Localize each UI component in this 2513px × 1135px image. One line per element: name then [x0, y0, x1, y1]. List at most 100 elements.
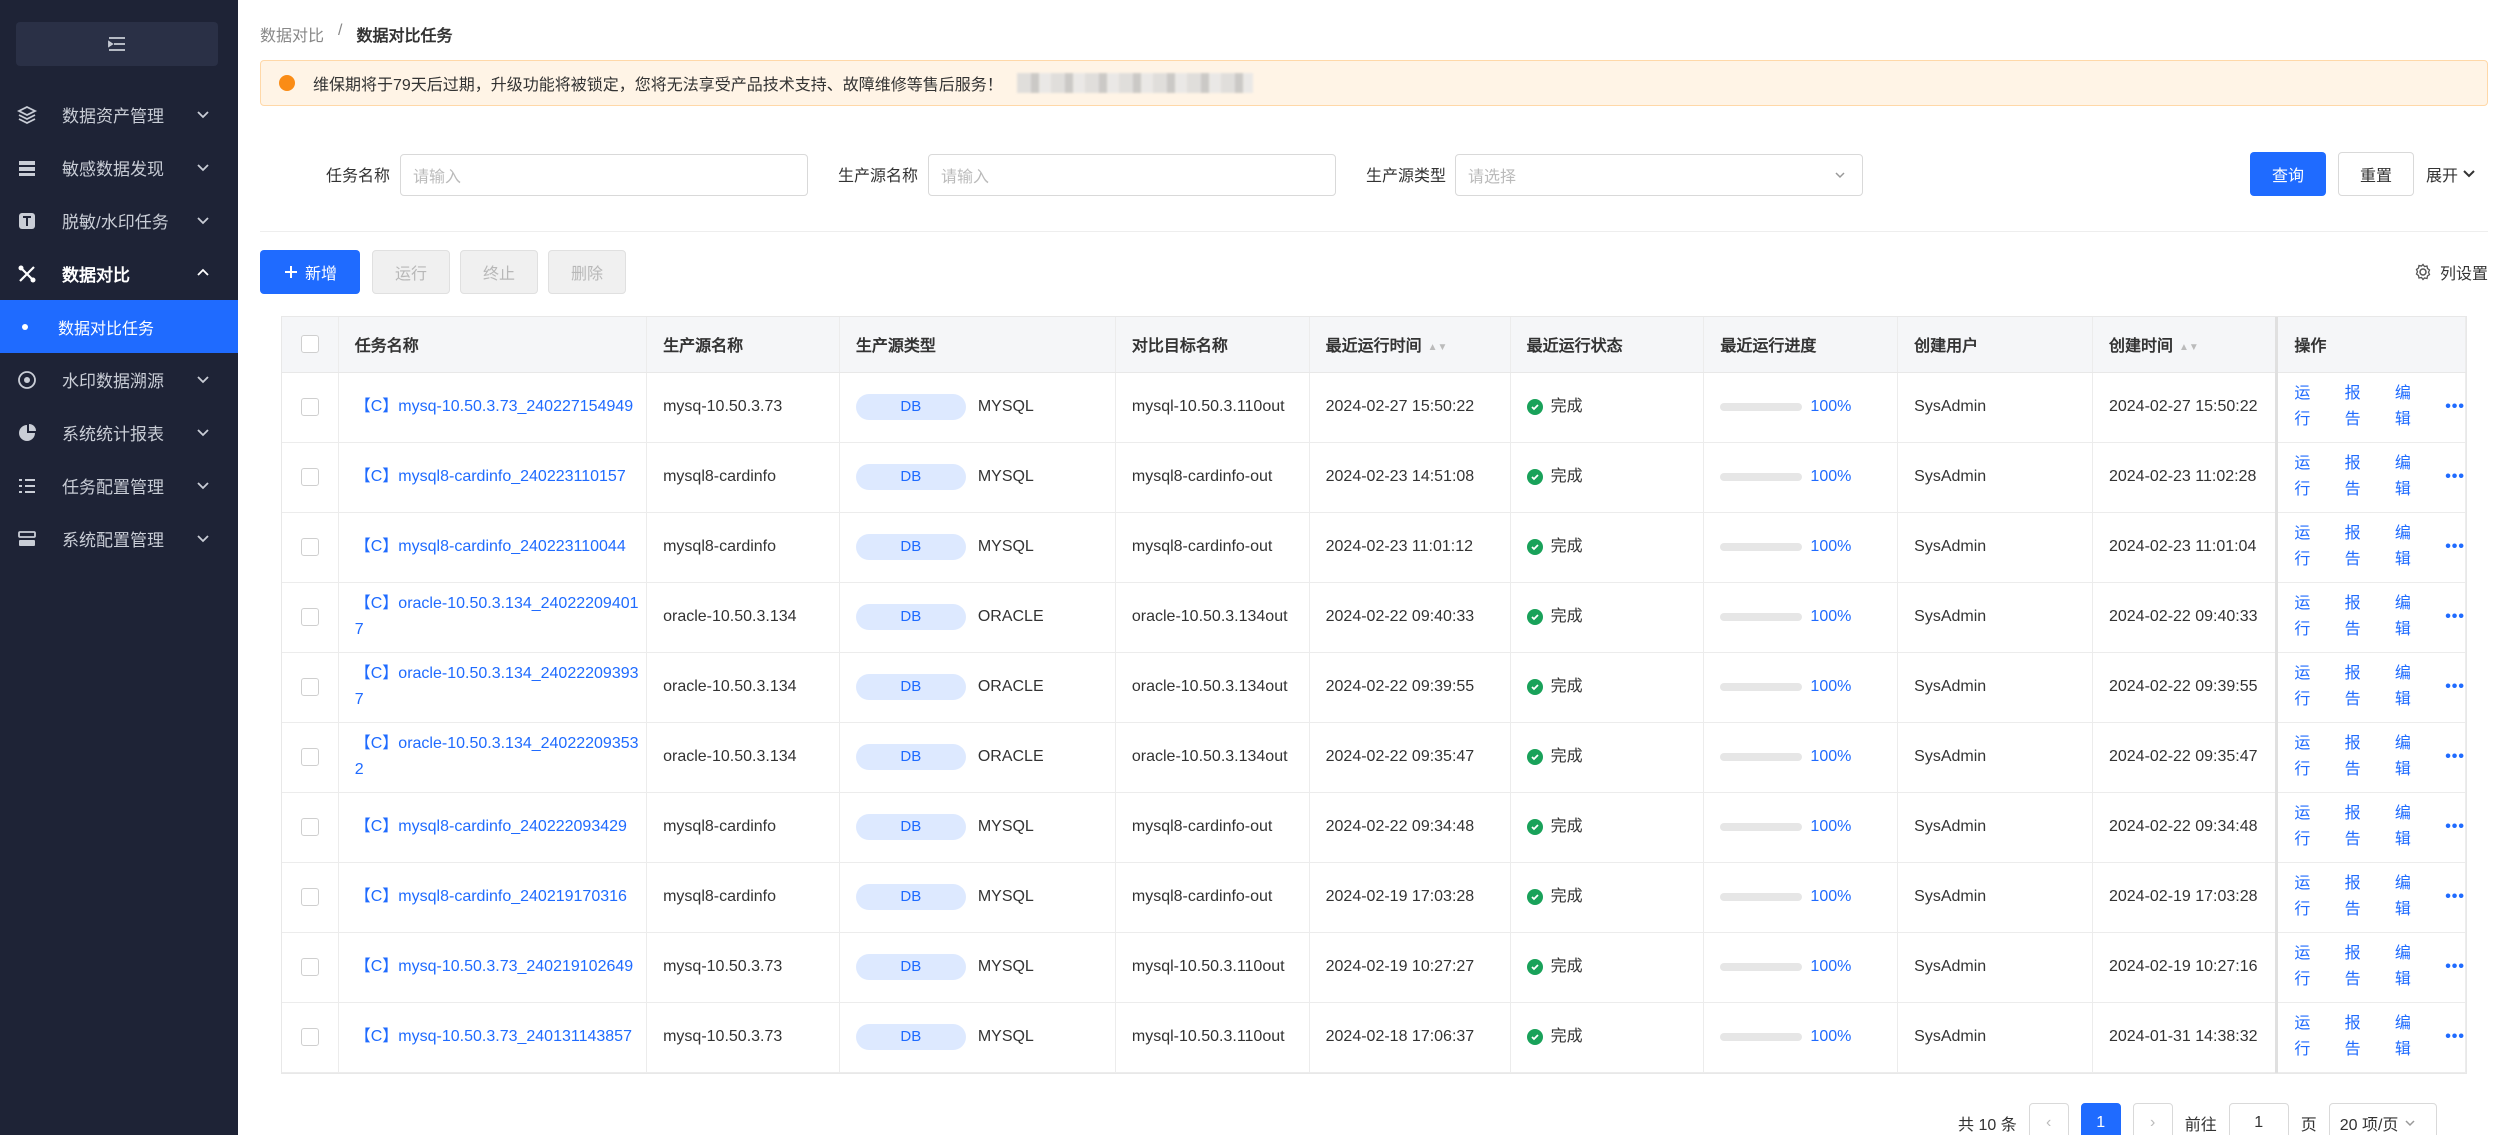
run-action[interactable]: 运行 [2294, 451, 2322, 503]
header-created-time[interactable]: 创建时间 ▲▼ [2092, 317, 2278, 373]
sort-icon[interactable]: ▲▼ [1428, 342, 1448, 353]
report-action[interactable]: 报告 [2345, 941, 2373, 993]
row-checkbox[interactable] [300, 747, 319, 766]
row-checkbox[interactable] [300, 957, 319, 976]
sidebar-item-statistics-report[interactable]: 系统统计报表 [0, 406, 238, 459]
task-name-link[interactable]: 【C】mysql8-cardinfo_240223110157 [355, 468, 626, 485]
task-name-link[interactable]: 【C】mysq-10.50.3.73_240219102649 [355, 958, 633, 975]
edit-action[interactable]: 编辑 [2395, 451, 2423, 503]
task-name-link[interactable]: 【C】mysql8-cardinfo_240219170316 [355, 888, 627, 905]
run-action[interactable]: 运行 [2294, 731, 2322, 783]
run-action[interactable]: 运行 [2294, 591, 2322, 643]
run-action[interactable]: 运行 [2294, 521, 2322, 573]
row-checkbox[interactable] [300, 397, 319, 416]
task-name-link[interactable]: 【C】mysq-10.50.3.73_240227154949 [355, 398, 633, 415]
run-action[interactable]: 运行 [2294, 661, 2322, 713]
stop-button[interactable]: 终止 [460, 250, 538, 294]
sidebar: 数据资产管理 敏感数据发现 脱敏/水印任务 数据对比 数据对比任务 水印数据溯源 [0, 0, 238, 1135]
report-action[interactable]: 报告 [2345, 521, 2373, 573]
more-icon[interactable]: ••• [2445, 394, 2465, 420]
edit-action[interactable]: 编辑 [2395, 801, 2423, 853]
report-action[interactable]: 报告 [2345, 1011, 2373, 1063]
more-icon[interactable]: ••• [2445, 884, 2465, 910]
more-icon[interactable]: ••• [2445, 744, 2465, 770]
prev-page-button[interactable]: ‹ [2028, 1103, 2069, 1135]
run-action[interactable]: 运行 [2294, 801, 2322, 853]
more-icon[interactable]: ••• [2445, 604, 2465, 630]
source-name-cell: mysql8-cardinfo [646, 512, 840, 583]
edit-action[interactable]: 编辑 [2395, 731, 2423, 783]
more-icon[interactable]: ••• [2445, 954, 2465, 980]
more-icon[interactable]: ••• [2445, 674, 2465, 700]
reset-button[interactable]: 重置 [2338, 152, 2414, 196]
task-name-link[interactable]: 【C】oracle-10.50.3.134_240222093532 [355, 735, 639, 778]
report-action[interactable]: 报告 [2345, 801, 2373, 853]
breadcrumb-parent[interactable]: 数据对比 [260, 22, 324, 46]
sidebar-item-masking-watermark-task[interactable]: 脱敏/水印任务 [0, 194, 238, 247]
edit-action[interactable]: 编辑 [2395, 521, 2423, 573]
row-checkbox[interactable] [300, 887, 319, 906]
header-last-run-time[interactable]: 最近运行时间 ▲▼ [1309, 317, 1511, 373]
row-checkbox[interactable] [300, 677, 319, 696]
expand-toggle[interactable]: 展开 [2426, 162, 2476, 186]
sidebar-subitem-compare-task[interactable]: 数据对比任务 [0, 300, 238, 353]
run-action[interactable]: 运行 [2294, 1011, 2322, 1063]
edit-action[interactable]: 编辑 [2395, 1011, 2423, 1063]
goto-page-input[interactable]: 1 [2228, 1103, 2289, 1135]
task-name-link[interactable]: 【C】oracle-10.50.3.134_240222094017 [355, 595, 639, 638]
sidebar-item-asset-management[interactable]: 数据资产管理 [0, 88, 238, 141]
run-action[interactable]: 运行 [2294, 381, 2322, 433]
report-action[interactable]: 报告 [2345, 591, 2373, 643]
created-time-cell: 2024-02-23 11:01:04 [2092, 512, 2278, 583]
more-icon[interactable]: ••• [2445, 814, 2465, 840]
report-action[interactable]: 报告 [2345, 661, 2373, 713]
task-name-link[interactable]: 【C】mysql8-cardinfo_240223110044 [355, 538, 626, 555]
task-name-input[interactable]: 请输入 [400, 154, 808, 196]
sidebar-item-data-compare[interactable]: 数据对比 [0, 247, 238, 300]
task-name-link[interactable]: 【C】oracle-10.50.3.134_240222093937 [355, 665, 639, 708]
row-checkbox[interactable] [300, 467, 319, 486]
edit-action[interactable]: 编辑 [2395, 661, 2423, 713]
task-name-link[interactable]: 【C】mysql8-cardinfo_240222093429 [355, 818, 627, 835]
row-checkbox[interactable] [300, 607, 319, 626]
target-name-cell: oracle-10.50.3.134out [1115, 582, 1310, 653]
run-button[interactable]: 运行 [372, 250, 450, 294]
column-settings-button[interactable]: 列设置 [2414, 260, 2488, 284]
sidebar-item-label: 数据资产管理 [62, 107, 164, 126]
chevron-up-icon [197, 268, 209, 276]
source-name-input[interactable]: 请输入 [928, 154, 1336, 196]
row-checkbox[interactable] [300, 1027, 319, 1046]
add-button[interactable]: 新增 [260, 250, 360, 294]
sidebar-item-task-config[interactable]: 任务配置管理 [0, 459, 238, 512]
sort-icon[interactable]: ▲▼ [2179, 342, 2199, 353]
row-checkbox[interactable] [300, 537, 319, 556]
more-icon[interactable]: ••• [2445, 464, 2465, 490]
edit-action[interactable]: 编辑 [2395, 941, 2423, 993]
sidebar-item-system-config[interactable]: 系统配置管理 [0, 512, 238, 565]
row-checkbox[interactable] [300, 817, 319, 836]
task-name-link[interactable]: 【C】mysq-10.50.3.73_240131143857 [355, 1028, 632, 1045]
next-page-button[interactable]: › [2132, 1103, 2173, 1135]
run-action[interactable]: 运行 [2294, 941, 2322, 993]
more-icon[interactable]: ••• [2445, 534, 2465, 560]
delete-button[interactable]: 删除 [548, 250, 626, 294]
page-size-select[interactable]: 20 项/页 [2328, 1103, 2437, 1135]
report-action[interactable]: 报告 [2345, 871, 2373, 923]
header-select-all[interactable] [282, 317, 339, 373]
sidebar-item-watermark-trace[interactable]: 水印数据溯源 [0, 353, 238, 406]
report-action[interactable]: 报告 [2345, 381, 2373, 433]
run-action[interactable]: 运行 [2294, 871, 2322, 923]
edit-action[interactable]: 编辑 [2395, 591, 2423, 643]
select-all-checkbox[interactable] [300, 335, 319, 354]
more-icon[interactable]: ••• [2445, 1024, 2465, 1050]
report-action[interactable]: 报告 [2345, 731, 2373, 783]
sidebar-item-sensitive-discovery[interactable]: 敏感数据发现 [0, 141, 238, 194]
collapse-menu-button[interactable] [16, 22, 218, 66]
query-button[interactable]: 查询 [2250, 152, 2326, 196]
source-type-select[interactable]: 请选择 [1455, 154, 1863, 196]
edit-action[interactable]: 编辑 [2395, 381, 2423, 433]
progress-text: 100% [1810, 818, 1852, 835]
page-1-button[interactable]: 1 [2080, 1103, 2121, 1135]
edit-action[interactable]: 编辑 [2395, 871, 2423, 923]
report-action[interactable]: 报告 [2345, 451, 2373, 503]
